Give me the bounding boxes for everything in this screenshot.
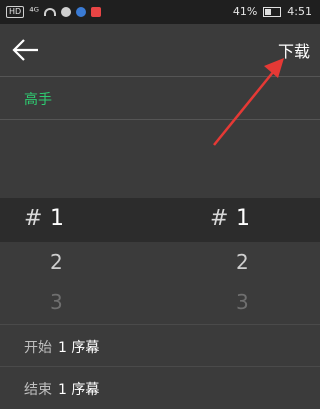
battery-icon xyxy=(263,6,282,17)
end-label: 结束 xyxy=(24,382,52,398)
end-row: 结束 1 序幕 xyxy=(0,366,320,409)
signal-label: ⁴ᴳ xyxy=(29,5,39,18)
status-left: HD ⁴ᴳ xyxy=(6,5,101,18)
battery-percent: 41% xyxy=(232,5,258,18)
difficulty-label: 高手 xyxy=(24,92,52,108)
difficulty-row[interactable]: 高手 xyxy=(0,76,320,120)
picker-item[interactable]: 2 xyxy=(50,250,63,274)
app-notification-icon-3 xyxy=(90,6,101,17)
toolbar: 下载 xyxy=(0,24,320,76)
chapter-picker[interactable]: # 1 2 3 # 1 2 3 xyxy=(0,198,320,316)
carrier-badge: HD xyxy=(6,5,25,18)
picker-column-start[interactable]: # 1 2 3 xyxy=(24,198,144,316)
picker-item-selected[interactable]: 1 xyxy=(236,206,250,231)
end-value: 1 序幕 xyxy=(58,382,100,398)
picker-item-selected[interactable]: 1 xyxy=(50,206,64,231)
clock: 4:51 xyxy=(287,5,312,18)
start-row: 开始 1 序幕 xyxy=(0,324,320,367)
picker-item[interactable]: 3 xyxy=(50,290,63,314)
status-bar: HD ⁴ᴳ 41% 4:51 xyxy=(0,0,320,24)
picker-column-end[interactable]: # 1 2 3 xyxy=(210,198,320,316)
start-label: 开始 xyxy=(24,340,52,356)
app-notification-icon xyxy=(60,6,71,17)
status-right: 41% 4:51 xyxy=(233,5,312,18)
hash-symbol: # xyxy=(24,206,43,231)
back-button[interactable] xyxy=(10,34,42,66)
picker-item[interactable]: 3 xyxy=(236,290,249,314)
picker-item[interactable]: 2 xyxy=(236,250,249,274)
wifi-icon xyxy=(43,7,56,16)
download-button[interactable]: 下载 xyxy=(278,38,310,62)
hash-symbol: # xyxy=(210,206,229,231)
app-notification-icon-2 xyxy=(75,6,86,17)
arrow-left-icon xyxy=(12,39,38,61)
start-value: 1 序幕 xyxy=(58,340,100,356)
